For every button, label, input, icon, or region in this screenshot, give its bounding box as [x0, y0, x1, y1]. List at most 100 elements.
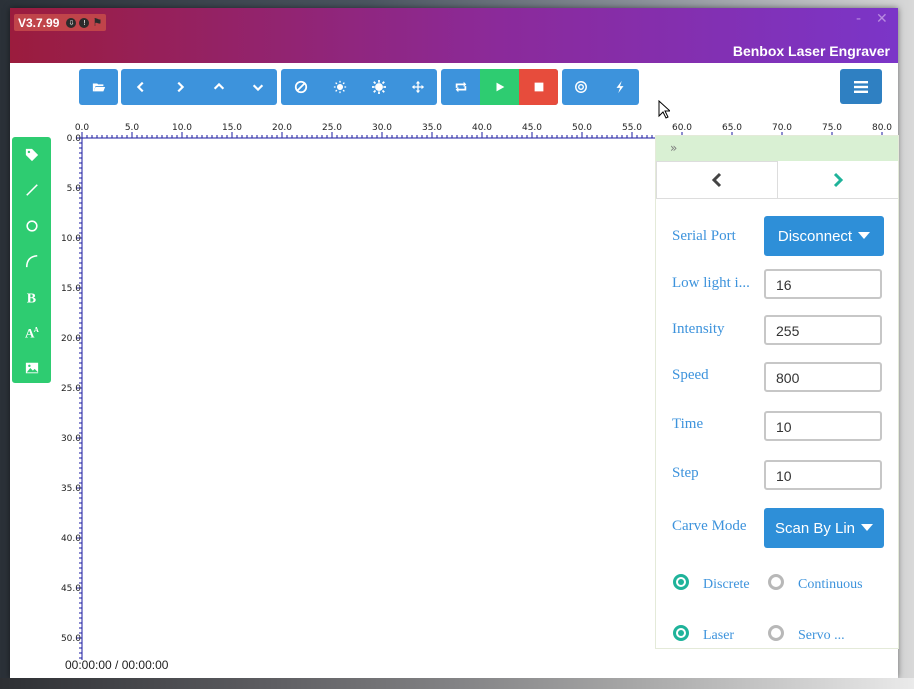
- jog-group: [121, 69, 277, 105]
- y-tick-label: 0.0: [67, 134, 82, 144]
- ban-icon: [294, 80, 307, 94]
- bold-text-tool[interactable]: B: [12, 279, 51, 315]
- folder-open-icon: [92, 83, 105, 92]
- x-tick-label: 20.0: [272, 123, 292, 133]
- carve-mode-value: Scan By Lin: [774, 519, 856, 537]
- collapse-toggle[interactable]: »: [656, 136, 898, 161]
- y-tick-label: 20.0: [61, 334, 81, 344]
- y-tick-label: 10.0: [61, 234, 81, 244]
- x-tick-label: 70.0: [772, 123, 792, 133]
- center-button[interactable]: [398, 69, 437, 105]
- menu-button[interactable]: [840, 69, 882, 104]
- y-tick-label: 25.0: [61, 384, 81, 394]
- x-tick-label: 40.0: [472, 123, 492, 133]
- tag-icon: [25, 148, 38, 161]
- info-icon[interactable]: !: [79, 17, 90, 28]
- start-button[interactable]: [480, 69, 519, 105]
- move-left-button[interactable]: [121, 69, 160, 105]
- extra-group: [562, 69, 639, 105]
- x-tick-label: 25.0: [322, 123, 342, 133]
- version-badge: V3.7.99 ⇩ ! ⚑: [14, 14, 107, 31]
- tab-previous[interactable]: [656, 161, 778, 198]
- file-group: [79, 69, 118, 105]
- sun-small-icon: [333, 80, 346, 94]
- speed-input[interactable]: 800: [764, 362, 882, 392]
- strong-light-button[interactable]: [359, 69, 398, 105]
- text-size-icon: AA: [25, 326, 39, 340]
- x-tick-label: 80.0: [872, 123, 892, 133]
- x-tick-label: 75.0: [822, 123, 842, 133]
- carve-mode-select[interactable]: Scan By Lin: [764, 508, 884, 548]
- frame-button[interactable]: [562, 69, 601, 105]
- x-tick-label: 55.0: [622, 123, 642, 133]
- discrete-label: Discrete: [703, 577, 750, 592]
- repeat-button[interactable]: [441, 69, 480, 105]
- servo-radio[interactable]: [768, 625, 784, 641]
- desktop-edge: [0, 678, 914, 689]
- low-light-label: Low light i...: [672, 275, 750, 291]
- download-icon[interactable]: ⇩: [66, 17, 77, 28]
- laser-group: [281, 69, 437, 105]
- tab-next[interactable]: [778, 161, 898, 198]
- disconnect-button[interactable]: Disconnect: [764, 216, 884, 256]
- y-tick-label: 50.0: [61, 634, 81, 644]
- app-title: Benbox Laser Engraver: [732, 43, 890, 59]
- discrete-radio[interactable]: [673, 574, 689, 590]
- stop-button[interactable]: [519, 69, 558, 105]
- move-right-button[interactable]: [160, 69, 199, 105]
- play-icon: [496, 82, 504, 92]
- x-tick-label: 0.0: [75, 123, 90, 133]
- chevron-down-icon: [252, 84, 263, 92]
- chevron-left-icon: [136, 81, 144, 93]
- laser-off-button[interactable]: [281, 69, 320, 105]
- burn-button[interactable]: [601, 69, 640, 105]
- svg-text:B: B: [26, 291, 35, 304]
- step-input[interactable]: 10: [764, 460, 882, 490]
- chevron-up-icon: [213, 82, 224, 90]
- open-file-button[interactable]: [79, 69, 118, 105]
- arc-tool[interactable]: [12, 244, 51, 280]
- title-bar: V3.7.99 ⇩ ! ⚑ - ✕ Benbox Laser Engraver: [10, 8, 898, 63]
- speed-row: Speed 800: [656, 362, 898, 402]
- servo-label: Servo ...: [798, 628, 845, 643]
- run-group: [441, 69, 558, 105]
- weak-light-button[interactable]: [320, 69, 359, 105]
- line-tool[interactable]: [12, 173, 51, 209]
- laser-radio[interactable]: [673, 625, 689, 641]
- text-tool[interactable]: AA: [12, 315, 51, 351]
- continuous-label: Continuous: [798, 577, 863, 592]
- time-input[interactable]: 10: [764, 411, 882, 441]
- low-light-input[interactable]: 16: [764, 269, 882, 299]
- time-label: Time: [672, 416, 704, 432]
- x-tick-label: 65.0: [722, 123, 742, 133]
- elapsed-time: 00:00:00 / 00:00:00: [65, 658, 169, 672]
- y-tick-label: 45.0: [61, 584, 81, 594]
- time-row: Time 10: [656, 411, 898, 451]
- app-window: V3.7.99 ⇩ ! ⚑ - ✕ Benbox Laser Engraver: [10, 8, 899, 678]
- move-down-button[interactable]: [238, 69, 277, 105]
- intensity-input[interactable]: 255: [764, 315, 882, 345]
- circle-tool[interactable]: [12, 208, 51, 244]
- menu-icon: [854, 80, 868, 93]
- bold-icon: B: [26, 291, 35, 304]
- speed-label: Speed: [672, 367, 709, 383]
- x-tick-label: 15.0: [222, 123, 242, 133]
- x-tick-label: 5.0: [125, 123, 140, 133]
- continuous-radio[interactable]: [768, 574, 784, 590]
- flag-icon[interactable]: ⚑: [92, 17, 102, 28]
- move-up-button[interactable]: [199, 69, 238, 105]
- y-tick-label: 5.0: [67, 184, 82, 194]
- stop-icon: [534, 82, 543, 92]
- laser-label: Laser: [703, 628, 735, 643]
- image-icon: [25, 362, 38, 373]
- tag-tool[interactable]: [12, 137, 51, 173]
- repeat-icon: [455, 81, 466, 93]
- image-tool[interactable]: [12, 350, 51, 386]
- sun-large-icon: [371, 80, 386, 94]
- minimize-button[interactable]: -: [856, 11, 861, 27]
- panel-tabs: [656, 161, 898, 199]
- drawing-toolbar: B AA: [12, 137, 51, 383]
- close-button[interactable]: ✕: [876, 11, 888, 27]
- x-tick-label: 10.0: [172, 123, 192, 133]
- disconnect-label: Disconnect: [777, 227, 853, 245]
